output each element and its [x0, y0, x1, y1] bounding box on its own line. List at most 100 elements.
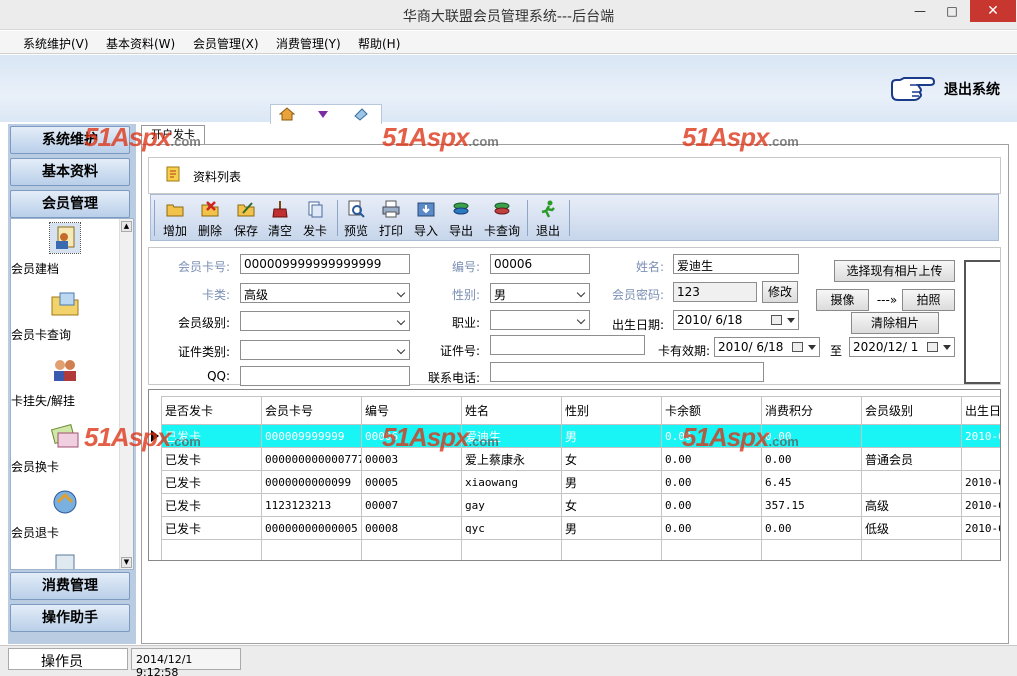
- table-cell[interactable]: 女: [561, 493, 662, 517]
- column-header[interactable]: 姓名: [461, 396, 562, 425]
- home-icon[interactable]: [279, 107, 295, 121]
- table-row[interactable]: 已发卡 000009999999 00006 爱迪生 男 0.00 0.00 2…: [161, 424, 1000, 448]
- minimize-button[interactable]: —: [905, 0, 935, 22]
- clear-button[interactable]: 清空: [268, 198, 292, 239]
- import-button[interactable]: 导入: [414, 198, 438, 239]
- table-cell[interactable]: 2010-6: [961, 424, 1000, 448]
- table-cell[interactable]: 普通会员: [861, 447, 962, 471]
- table-cell[interactable]: 女: [561, 447, 662, 471]
- table-cell[interactable]: gay: [461, 493, 562, 517]
- table-row[interactable]: 已发卡 00000000000005 00008 qyc 男 0.00 0.00…: [161, 516, 1000, 540]
- save-button[interactable]: 保存: [234, 198, 258, 239]
- table-cell[interactable]: [661, 539, 762, 560]
- table-cell[interactable]: 0.00: [661, 470, 762, 494]
- table-cell[interactable]: [461, 539, 562, 560]
- table-cell[interactable]: [361, 539, 462, 560]
- exit-button[interactable]: 退出: [536, 198, 560, 239]
- table-cell[interactable]: 00005: [361, 470, 462, 494]
- nav-basic-data[interactable]: 基本资料: [10, 158, 130, 186]
- table-cell[interactable]: [161, 539, 262, 560]
- nav-member-management[interactable]: 会员管理: [10, 190, 130, 218]
- table-cell[interactable]: 1123123213: [261, 493, 362, 517]
- card-query-button[interactable]: 卡查询: [484, 198, 520, 239]
- table-cell[interactable]: 00006: [361, 424, 462, 448]
- table-cell[interactable]: 2010-6: [961, 516, 1000, 540]
- add-button[interactable]: 增加: [163, 198, 187, 239]
- column-header[interactable]: 出生日: [961, 396, 1000, 425]
- menu-member[interactable]: 会员管理(X): [193, 35, 259, 52]
- table-cell[interactable]: [861, 539, 962, 560]
- table-cell[interactable]: 0.00: [761, 424, 862, 448]
- delete-button[interactable]: 删除: [198, 198, 222, 239]
- id-no-field[interactable]: [490, 335, 645, 355]
- nav-item-card-exchange[interactable]: 会员换卡: [11, 421, 119, 474]
- issue-card-button[interactable]: 发卡: [303, 198, 327, 239]
- table-cell[interactable]: 0.00: [761, 447, 862, 471]
- column-header[interactable]: 消费积分: [761, 396, 862, 425]
- table-cell[interactable]: 2010-0: [961, 470, 1000, 494]
- table-cell[interactable]: 0000000000099: [261, 470, 362, 494]
- qq-field[interactable]: [240, 366, 410, 386]
- id-type-select[interactable]: [240, 340, 410, 360]
- password-field[interactable]: 123: [673, 282, 757, 302]
- tab-open-card[interactable]: 开户发卡: [141, 125, 205, 145]
- table-cell[interactable]: 0.00: [661, 516, 762, 540]
- scroll-down-icon[interactable]: ▼: [121, 557, 132, 568]
- table-cell[interactable]: 00000000000005: [261, 516, 362, 540]
- table-cell[interactable]: 000009999999: [261, 424, 362, 448]
- nav-item-card-return[interactable]: 会员退卡: [11, 487, 119, 540]
- table-cell[interactable]: [561, 539, 662, 560]
- column-header[interactable]: 是否发卡: [161, 396, 262, 425]
- column-header[interactable]: 性别: [561, 396, 662, 425]
- card-no-field[interactable]: 000009999999999999: [240, 254, 410, 274]
- menu-basic-data[interactable]: 基本资料(W): [106, 35, 175, 52]
- table-cell[interactable]: 已发卡: [161, 424, 262, 448]
- column-header[interactable]: 会员级别: [861, 396, 962, 425]
- tool-icon[interactable]: [353, 107, 369, 121]
- table-cell[interactable]: 已发卡: [161, 447, 262, 471]
- birth-date-picker[interactable]: 2010/ 6/18: [673, 310, 799, 330]
- job-select[interactable]: [490, 310, 590, 330]
- modify-password-button[interactable]: 修改: [762, 281, 798, 303]
- clear-photo-button[interactable]: 清除相片: [851, 312, 939, 334]
- menu-system[interactable]: 系统维护(V): [23, 35, 89, 52]
- table-cell[interactable]: 00007: [361, 493, 462, 517]
- menu-help[interactable]: 帮助(H): [358, 35, 400, 52]
- table-row[interactable]: 已发卡 000000000000777 00003 爱上蔡康永 女 0.00 0…: [161, 447, 1000, 471]
- export-button[interactable]: 导出: [449, 198, 473, 239]
- print-button[interactable]: 打印: [379, 198, 403, 239]
- table-cell[interactable]: qyc: [461, 516, 562, 540]
- table-cell[interactable]: [861, 470, 962, 494]
- nav-system-maintenance[interactable]: 系统维护: [10, 126, 130, 154]
- nav-consumption[interactable]: 消费管理: [10, 572, 130, 600]
- serial-field[interactable]: 00006: [490, 254, 590, 274]
- level-select[interactable]: [240, 311, 410, 331]
- nav-item-card-loss[interactable]: 卡挂失/解挂: [11, 355, 119, 408]
- close-button[interactable]: ✕: [970, 0, 1016, 22]
- table-cell[interactable]: [261, 539, 362, 560]
- table-cell[interactable]: 男: [561, 424, 662, 448]
- table-cell[interactable]: 0.00: [661, 424, 762, 448]
- table-cell[interactable]: [861, 424, 962, 448]
- camera-button[interactable]: 摄像: [816, 289, 869, 311]
- card-type-select[interactable]: 高级: [240, 283, 410, 303]
- table-cell[interactable]: 已发卡: [161, 493, 262, 517]
- column-header[interactable]: 编号: [361, 396, 462, 425]
- table-cell[interactable]: 高级: [861, 493, 962, 517]
- table-cell[interactable]: 357.15: [761, 493, 862, 517]
- table-cell[interactable]: 2010-6: [961, 493, 1000, 517]
- table-cell[interactable]: 00003: [361, 447, 462, 471]
- gender-select[interactable]: 男: [490, 283, 590, 303]
- table-cell[interactable]: 0.00: [661, 493, 762, 517]
- scroll-up-icon[interactable]: ▲: [121, 221, 132, 232]
- table-cell[interactable]: 6.45: [761, 470, 862, 494]
- nav-scrollbar[interactable]: ▲ ▼: [119, 219, 133, 569]
- column-header[interactable]: 卡余额: [661, 396, 762, 425]
- table-cell[interactable]: xiaowang: [461, 470, 562, 494]
- table-cell[interactable]: 男: [561, 470, 662, 494]
- table-cell[interactable]: 000000000000777: [261, 447, 362, 471]
- choose-photo-button[interactable]: 选择现有相片上传: [834, 260, 955, 282]
- preview-button[interactable]: 预览: [344, 198, 368, 239]
- nav-assistant[interactable]: 操作助手: [10, 604, 130, 632]
- nav-item-card-query[interactable]: 会员卡查询: [11, 289, 119, 342]
